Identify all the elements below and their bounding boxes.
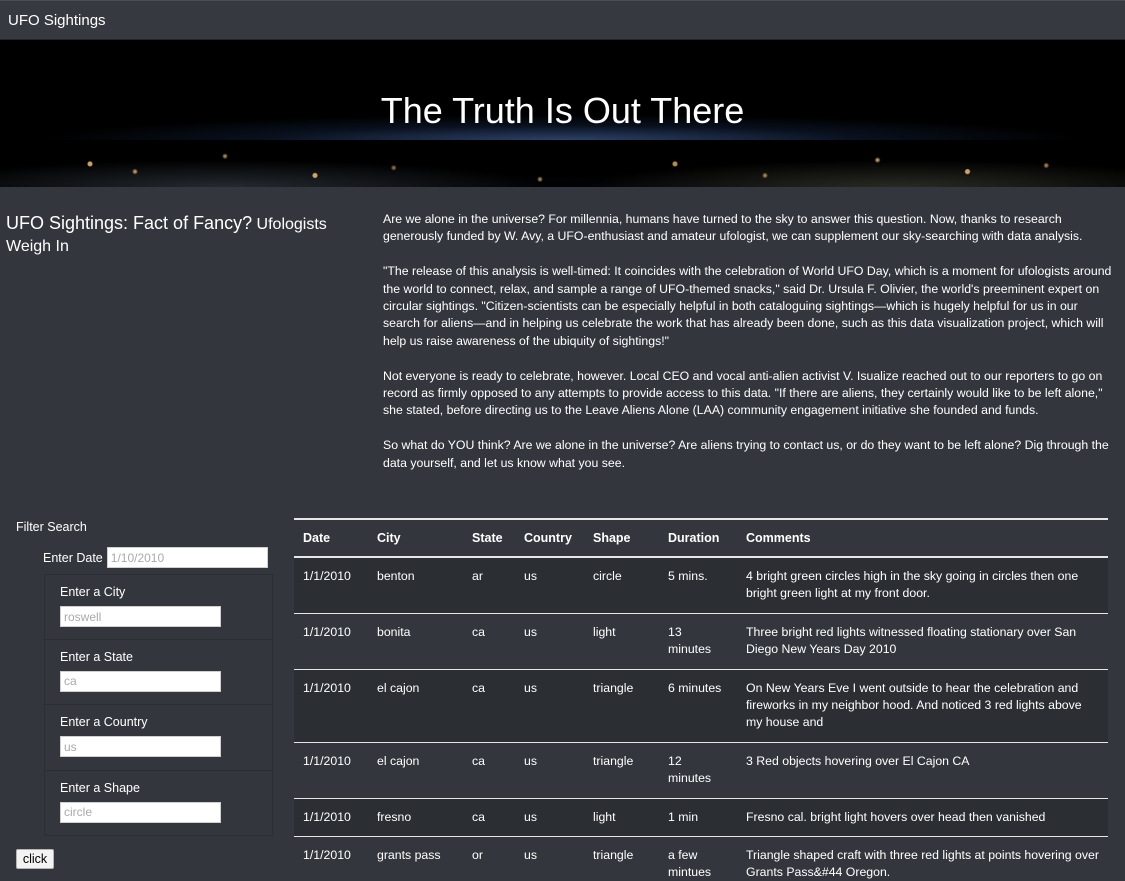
state-input[interactable] xyxy=(60,670,221,692)
filter-submit-button[interactable]: click xyxy=(16,849,54,869)
date-filter: Enter Date xyxy=(43,547,268,568)
navbar-brand-link[interactable]: UFO Sightings xyxy=(8,12,106,29)
date-input[interactable] xyxy=(106,547,268,568)
city-input[interactable] xyxy=(60,606,221,627)
table-row: 1/1/2010 el cajon ca us triangle 6 minut… xyxy=(294,669,1108,743)
article-paragraph: So what do YOU think? Are we alone in th… xyxy=(383,438,1109,470)
cell-shape: light xyxy=(584,613,659,670)
cell-state: ca xyxy=(463,669,515,743)
cell-date: 1/1/2010 xyxy=(294,669,368,743)
cell-state: ca xyxy=(463,798,515,838)
table-row: 1/1/2010 benton ar us circle 5 mins. 4 b… xyxy=(294,557,1108,614)
cell-city: el cajon xyxy=(368,669,463,743)
country-filter-label: Enter a Country xyxy=(60,715,148,729)
article-heading: UFO Sightings: Fact of Fancy? Ufologists… xyxy=(6,212,366,258)
cell-comments: Three bright red lights witnessed floati… xyxy=(737,613,1108,670)
cell-duration: a few mintues xyxy=(659,836,737,881)
table-row: 1/1/2010 fresno ca us light 1 min Fresno… xyxy=(294,798,1108,838)
cell-state: ca xyxy=(463,742,515,799)
cell-comments: 3 Red objects hovering over El Cajon CA xyxy=(737,742,1108,799)
article-heading-main: UFO Sightings: Fact of Fancy? xyxy=(6,213,253,233)
cell-city: grants pass xyxy=(368,836,463,881)
table-row: 1/1/2010 bonita ca us light 13 minutes T… xyxy=(294,613,1108,670)
cell-duration: 1 min xyxy=(659,798,737,838)
shape-input[interactable] xyxy=(60,801,221,823)
cell-state: ar xyxy=(463,557,515,614)
state-filter-label: Enter a State xyxy=(60,649,133,664)
date-filter-label: Enter Date xyxy=(43,550,103,565)
cell-shape: triangle xyxy=(584,836,659,881)
cell-shape: light xyxy=(584,798,659,838)
table-header-row: Date City State Country Shape Duration C… xyxy=(294,518,1108,558)
city-filter: Enter a City xyxy=(44,574,273,640)
filter-search-title: Filter Search xyxy=(16,520,87,534)
cell-country: us xyxy=(515,669,584,743)
column-header-comments: Comments xyxy=(737,518,1108,558)
article-paragraph: Are we alone in the universe? For millen… xyxy=(383,212,1083,244)
cell-duration: 5 mins. xyxy=(659,557,737,614)
cell-date: 1/1/2010 xyxy=(294,798,368,838)
column-header-duration: Duration xyxy=(659,518,737,558)
hero-banner: The Truth Is Out There xyxy=(0,40,1125,187)
column-header-city: City xyxy=(368,518,463,558)
filter-list: Enter a City Enter a State Enter a Count… xyxy=(44,574,273,836)
table-row: 1/1/2010 el cajon ca us triangle 12 minu… xyxy=(294,742,1108,799)
cell-city: bonita xyxy=(368,613,463,670)
column-header-date: Date xyxy=(294,518,368,558)
navbar: UFO Sightings xyxy=(0,0,1125,40)
cell-country: us xyxy=(515,836,584,881)
city-filter-label: Enter a City xyxy=(60,585,126,599)
country-input[interactable] xyxy=(60,736,221,757)
hero-title: The Truth Is Out There xyxy=(380,90,745,131)
cell-duration: 13 minutes xyxy=(659,613,737,670)
table-row: 1/1/2010 grants pass or us triangle a fe… xyxy=(294,836,1108,881)
cell-state: ca xyxy=(463,613,515,670)
table-body: 1/1/2010 benton ar us circle 5 mins. 4 b… xyxy=(294,557,1108,881)
cell-date: 1/1/2010 xyxy=(294,613,368,670)
shape-filter: Enter a Shape xyxy=(44,770,273,836)
cell-date: 1/1/2010 xyxy=(294,742,368,799)
cell-date: 1/1/2010 xyxy=(294,836,368,881)
article-body: Are we alone in the universe? For millen… xyxy=(383,211,1118,489)
cell-city: benton xyxy=(368,557,463,614)
column-header-country: Country xyxy=(515,518,584,558)
cell-comments: On New Years Eve I went outside to hear … xyxy=(737,669,1108,743)
state-filter: Enter a State xyxy=(44,639,273,705)
column-header-state: State xyxy=(463,518,515,558)
cell-duration: 6 minutes xyxy=(659,669,737,743)
cell-comments: 4 bright green circles high in the sky g… xyxy=(737,557,1108,614)
cell-duration: 12 minutes xyxy=(659,742,737,799)
cell-comments: Fresno cal. bright light hovers over hea… xyxy=(737,798,1108,838)
cell-city: el cajon xyxy=(368,742,463,799)
cell-date: 1/1/2010 xyxy=(294,557,368,614)
ufo-sightings-table: Date City State Country Shape Duration C… xyxy=(294,518,1108,881)
cell-country: us xyxy=(515,613,584,670)
cell-shape: triangle xyxy=(584,742,659,799)
shape-filter-label: Enter a Shape xyxy=(60,780,140,795)
ufo-table-container: Date City State Country Shape Duration C… xyxy=(294,518,1108,881)
column-header-shape: Shape xyxy=(584,518,659,558)
cell-city: fresno xyxy=(368,798,463,838)
cell-shape: circle xyxy=(584,557,659,614)
cell-shape: triangle xyxy=(584,669,659,743)
cell-state: or xyxy=(463,836,515,881)
cell-country: us xyxy=(515,742,584,799)
article-paragraph: Not everyone is ready to celebrate, howe… xyxy=(383,368,1103,418)
cell-country: us xyxy=(515,557,584,614)
article-paragraph: "The release of this analysis is well-ti… xyxy=(383,264,1112,348)
cell-comments: Triangle shaped craft with three red lig… xyxy=(737,836,1108,881)
country-filter: Enter a Country xyxy=(44,705,273,771)
cell-country: us xyxy=(515,798,584,838)
